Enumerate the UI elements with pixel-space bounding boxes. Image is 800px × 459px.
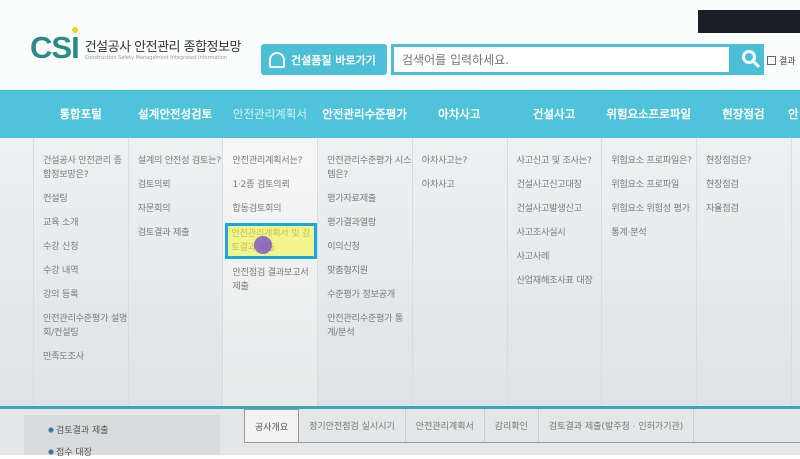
menu-column: 설계의 안전성 검토는? 검토의뢰자문회의검토결과 제출 bbox=[127, 138, 223, 406]
menu-link[interactable]: 강의 등록 bbox=[43, 288, 128, 302]
sidebar-item-label: 접수 대장 bbox=[56, 448, 92, 458]
search-input[interactable] bbox=[394, 47, 729, 72]
menu-link[interactable]: 안전관리수준평가 설명회/컨설팅 bbox=[43, 312, 128, 340]
menu-link[interactable]: 아차사고 bbox=[422, 178, 507, 192]
menu-link[interactable]: 평가결과열람 bbox=[327, 216, 412, 230]
menu-link[interactable]: 안전관리수준평가 시스템은? bbox=[327, 154, 412, 182]
menu-link[interactable]: 1·2종 검토의뢰 bbox=[232, 178, 317, 192]
menu-link[interactable]: 맞춤형지원 bbox=[327, 264, 412, 278]
result-search-label: 결과 bbox=[779, 57, 796, 67]
sidebar-item[interactable]: 접수 대장 bbox=[24, 437, 220, 459]
sidebar-menu: 검토결과 제출 접수 대장 bbox=[24, 415, 220, 458]
tab-review-submission[interactable]: 검토결과 제출(발주청 · 인허가기관) bbox=[539, 409, 695, 442]
menu-link[interactable]: 아차사고는? bbox=[422, 154, 507, 168]
menu-link[interactable]: 수강 내역 bbox=[43, 264, 128, 278]
search-box bbox=[391, 44, 764, 75]
menu-link[interactable]: 안전관리계획서는? bbox=[232, 154, 317, 168]
menu-link[interactable]: 평가자료제출 bbox=[327, 192, 412, 206]
tab-supervision[interactable]: 감리확인 bbox=[485, 409, 539, 442]
menu-column: 위험요소 프로파일은? 위험요소 프로파일위험요소 위험성 평가통계·분석 bbox=[601, 138, 696, 406]
menu-link[interactable]: 검토의뢰 bbox=[138, 178, 223, 192]
tab-overview[interactable]: 공사개요 bbox=[244, 409, 300, 442]
tab-inspection-schedule[interactable]: 정기안전점검 실시시기 bbox=[299, 409, 406, 442]
menu-column: 사고신고 및 조사는? 건설사고신고대장건설사고발생신고사고조사실시사고사례산업재… bbox=[506, 138, 602, 406]
mega-menu-dropdown: 건설공사 안전관리 종합정보망은? 컨설팅교육 소개수강 신청수강 내역강의 등록… bbox=[0, 138, 800, 406]
site-header: CSI 건설공사 안전관리 종합정보망 Construction Safety … bbox=[0, 0, 800, 90]
content-area: 검토결과 제출 접수 대장 공사개요 정기안전점검 실시시기 안전관리계획서 감… bbox=[0, 409, 800, 458]
menu-link[interactable]: 건설공사 안전관리 종합정보망은? bbox=[43, 154, 128, 182]
menu-column: 안전관리계획서는? 1·2종 검토의뢰 합동검토회의 안전관리계획서 및 검토결과 제… bbox=[222, 138, 318, 406]
menu-link[interactable]: 위험요소 프로파일 bbox=[611, 178, 696, 192]
nav-item[interactable]: 안전관리계획서 bbox=[222, 90, 317, 138]
menu-link[interactable]: 사고사례 bbox=[517, 250, 602, 264]
menu-link[interactable]: 사고조사실시 bbox=[517, 226, 602, 240]
quality-shortcut-label: 건설품질 바로가기 bbox=[291, 53, 376, 67]
menu-column: 안전관리수준평가 시스템은? 평가자료제출평가결과열람이의신청맞춤형지원수준평가 … bbox=[317, 138, 412, 406]
main-nav: 통합포털 설계안전성검토 안전관리계획서 안전관리수준평가 아차사고 건설사고 위험요소프로… bbox=[0, 90, 800, 138]
nav-item[interactable]: 설계안전성검토 bbox=[128, 90, 223, 138]
menu-link[interactable]: 현장점검 bbox=[706, 178, 791, 192]
menu-link[interactable]: 이의신청 bbox=[327, 240, 412, 254]
content-tabs: 공사개요 정기안전점검 실시시기 안전관리계획서 감리확인 검토결과 제출(발주… bbox=[244, 409, 800, 443]
menu-column: 건설공사 안전관리 종합정보망은? 컨설팅교육 소개수강 신청수강 내역강의 등록… bbox=[33, 138, 128, 406]
menu-link[interactable]: 산업재해조사표 대장 bbox=[517, 274, 602, 288]
nav-item[interactable]: 위험요소프로파일 bbox=[601, 90, 696, 138]
menu-link[interactable]: 컨설팅 bbox=[43, 192, 128, 206]
logo-dot-icon bbox=[71, 27, 78, 33]
menu-link[interactable]: 안전점검 결과보고서 제출 bbox=[232, 266, 317, 294]
logo-mark: CSI bbox=[30, 27, 80, 66]
home-icon bbox=[269, 51, 285, 68]
quality-shortcut-button[interactable]: 건설품질 바로가기 bbox=[261, 44, 387, 75]
menu-link[interactable]: 자율점검 bbox=[706, 202, 791, 216]
menu-column: 현장점검은? 현장점검자율점검 bbox=[695, 138, 791, 406]
sidebar-item[interactable]: 검토결과 제출 bbox=[24, 415, 220, 437]
nav-item[interactable]: 아차사고 bbox=[412, 90, 507, 138]
menu-link[interactable]: 안전관리수준평가 통계/분석 bbox=[327, 312, 412, 340]
menu-link[interactable]: 사고신고 및 조사는? bbox=[517, 154, 602, 168]
mouse-cursor-indicator bbox=[254, 236, 272, 254]
menu-link[interactable]: 현장점검은? bbox=[706, 154, 791, 168]
top-bar bbox=[698, 10, 800, 33]
logo-subtitle: Construction Safety Management Integrate… bbox=[84, 54, 227, 61]
menu-link[interactable]: 건설사고신고대장 bbox=[517, 178, 602, 192]
tab-safety-plan[interactable]: 안전관리계획서 bbox=[406, 409, 485, 442]
menu-link[interactable]: 만족도조사 bbox=[43, 350, 128, 364]
menu-link[interactable]: 수강 신청 bbox=[43, 240, 128, 254]
menu-column: 아차사고는? 아차사고 bbox=[411, 138, 507, 406]
menu-link[interactable]: 자문회의 bbox=[138, 202, 223, 216]
menu-link[interactable]: 설계의 안전성 검토는? bbox=[138, 154, 223, 168]
site-logo[interactable]: CSI 건설공사 안전관리 종합정보망 Construction Safety … bbox=[30, 27, 242, 66]
menu-link[interactable]: 검토결과 제출 bbox=[138, 226, 223, 240]
nav-item[interactable]: 안전관리수준평가 bbox=[317, 90, 412, 138]
menu-link[interactable]: 위험요소 위험성 평가 bbox=[611, 202, 696, 216]
menu-column bbox=[790, 138, 800, 406]
result-search-checkbox[interactable]: 결과 bbox=[767, 54, 796, 67]
search-icon[interactable] bbox=[742, 50, 756, 64]
checkbox-icon[interactable] bbox=[767, 56, 776, 65]
logo-title: 건설공사 안전관리 종합정보망 bbox=[84, 39, 242, 55]
menu-link[interactable]: 통계·분석 bbox=[611, 226, 696, 240]
menu-link[interactable]: 합동검토회의 bbox=[232, 202, 317, 216]
menu-link[interactable]: 교육 소개 bbox=[43, 216, 128, 230]
nav-item[interactable]: 통합포털 bbox=[33, 90, 128, 138]
nav-item[interactable]: 건설사고 bbox=[507, 90, 602, 138]
menu-link[interactable]: 건설사고발생신고 bbox=[517, 202, 602, 216]
menu-link[interactable]: 위험요소 프로파일은? bbox=[611, 154, 696, 168]
menu-link[interactable]: 수준평가 정보공개 bbox=[327, 288, 412, 302]
nav-item[interactable]: 안 bbox=[788, 90, 800, 138]
nav-item[interactable]: 현장점검 bbox=[696, 90, 791, 138]
sidebar-item-label: 검토결과 제출 bbox=[56, 426, 109, 436]
